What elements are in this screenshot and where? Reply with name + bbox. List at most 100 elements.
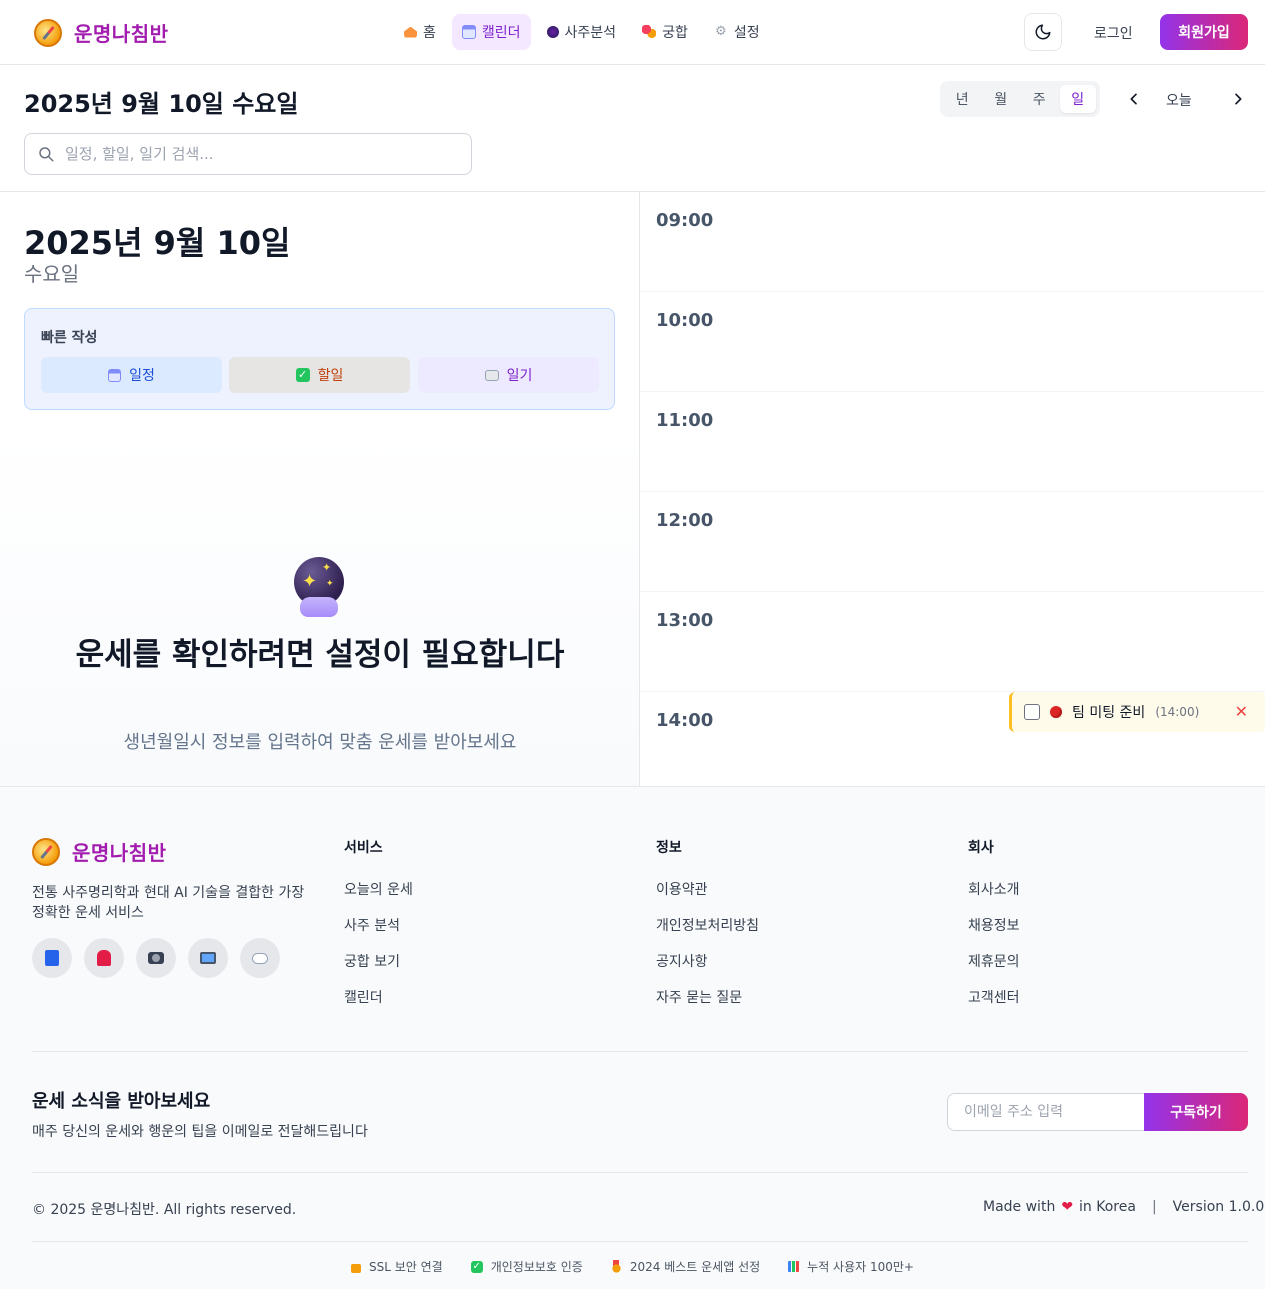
social-links — [32, 938, 280, 978]
main-nav: 홈 캘린더 사주분석 궁합 ⚙ 설정 — [394, 14, 770, 50]
footer-link[interactable]: 사주 분석 — [344, 915, 413, 951]
quick-todo-button[interactable]: ✓ 할일 — [229, 357, 410, 393]
quick-diary-button[interactable]: 일기 — [418, 357, 599, 393]
view-year[interactable]: 년 — [944, 85, 981, 113]
footer-link[interactable]: 채용정보 — [968, 915, 1020, 951]
hour-slot[interactable]: 10:00 — [640, 292, 1265, 392]
quick-create-title: 빠른 작성 — [41, 330, 98, 346]
crystal-ball-icon — [546, 26, 559, 38]
footer: 운명나침반 전통 사주명리학과 현대 AI 기술을 결합한 가장 정확한 운세 … — [0, 786, 1265, 1289]
badge-label: 누적 사용자 100만+ — [807, 1260, 914, 1274]
divider — [32, 1051, 1248, 1052]
footer-link[interactable]: 캘린더 — [344, 987, 413, 1023]
newsletter-subtitle: 매주 당신의 운세와 행운의 팁을 이메일로 전달해드립니다 — [32, 1124, 368, 1140]
nav-saju[interactable]: 사주분석 — [537, 14, 627, 50]
nav-compat[interactable]: 궁합 — [632, 14, 698, 50]
gear-icon: ⚙ — [715, 24, 727, 39]
chevron-right-icon — [1235, 93, 1242, 105]
badge-privacy: ✓ 개인정보보호 인증 — [470, 1258, 583, 1275]
top-header: 운명나침반 홈 캘린더 사주분석 궁합 ⚙ 설정 로그인 회원가입 — [0, 0, 1265, 65]
view-toggle: 년 월 주 일 — [940, 81, 1100, 117]
chat-icon[interactable] — [240, 938, 280, 978]
today-button[interactable]: 오늘 — [1166, 90, 1192, 110]
view-month[interactable]: 월 — [983, 85, 1020, 113]
book-icon[interactable] — [32, 938, 72, 978]
footer-description: 전통 사주명리학과 현대 AI 기술을 결합한 가장 정확한 운세 서비스 — [32, 885, 305, 921]
close-icon[interactable]: ✕ — [1235, 702, 1248, 721]
footer-col-title: 서비스 — [344, 840, 383, 856]
day-detail-panel: 2025년 9월 10일 수요일 빠른 작성 일정 ✓ 할일 일기 ✦ ✦ ✦ … — [0, 192, 639, 786]
search-icon — [39, 147, 54, 162]
hour-slot[interactable]: 13:00 — [640, 592, 1265, 692]
search-input[interactable] — [65, 145, 445, 163]
view-week[interactable]: 주 — [1021, 85, 1058, 113]
hour-label: 12:00 — [656, 510, 714, 531]
footer-col-title: 회사 — [968, 840, 994, 856]
lock-icon — [350, 1263, 361, 1273]
subscribe-button[interactable]: 구독하기 — [1144, 1093, 1248, 1131]
nav-home-label: 홈 — [423, 25, 436, 41]
chair-icon[interactable] — [84, 938, 124, 978]
badge-award: 2024 베스트 운세앱 선정 — [610, 1258, 761, 1275]
nav-saju-label: 사주분석 — [564, 25, 617, 41]
event-checkbox[interactable] — [1024, 704, 1040, 720]
crystal-ball-icon: ✦ ✦ ✦ — [292, 557, 346, 617]
fortune-notice-title: 운세를 확인하려면 설정이 필요합니다 — [75, 637, 565, 673]
trust-badges: SSL 보안 연결 ✓ 개인정보보호 인증 2024 베스트 운세앱 선정 누적… — [0, 1258, 1265, 1275]
chevron-left-icon — [1130, 93, 1137, 105]
hour-label: 14:00 — [656, 710, 714, 731]
login-button[interactable]: 로그인 — [1094, 23, 1133, 43]
camera-icon[interactable] — [136, 938, 176, 978]
separator: | — [1151, 1199, 1157, 1215]
prev-button[interactable] — [1120, 84, 1148, 114]
tv-icon[interactable] — [188, 938, 228, 978]
footer-link[interactable]: 공지사항 — [656, 951, 759, 987]
moon-icon — [1035, 24, 1051, 40]
badge-label: 2024 베스트 운세앱 선정 — [629, 1260, 761, 1274]
event-item[interactable]: 팀 미팅 준비 (14:00) ✕ — [1009, 692, 1265, 732]
footer-link[interactable]: 회사소개 — [968, 879, 1020, 915]
hour-slot[interactable]: 12:00 — [640, 492, 1265, 592]
footer-link[interactable]: 고객센터 — [968, 987, 1020, 1023]
newsletter-email-input[interactable] — [947, 1093, 1145, 1131]
dark-mode-toggle[interactable] — [1024, 13, 1062, 51]
footer-col-service: 서비스 오늘의 운세 사주 분석 궁합 보기 캘린더 — [344, 837, 413, 1023]
view-day[interactable]: 일 — [1059, 85, 1096, 113]
next-button[interactable] — [1224, 84, 1252, 114]
hour-slot[interactable]: 09:00 — [640, 192, 1265, 292]
badge-ssl: SSL 보안 연결 — [350, 1258, 443, 1275]
divider — [32, 1241, 1248, 1242]
day-weekday: 수요일 — [24, 262, 80, 286]
nav-settings-label: 설정 — [733, 25, 760, 41]
calendar-icon — [461, 25, 476, 39]
page-title: 2025년 9월 10일 수요일 — [24, 90, 299, 118]
nav-home[interactable]: 홈 — [394, 14, 446, 50]
compass-icon — [32, 837, 60, 866]
nav-calendar[interactable]: 캘린더 — [451, 14, 531, 50]
badge-label: 개인정보보호 인증 — [490, 1260, 583, 1274]
footer-link[interactable]: 이용약관 — [656, 879, 759, 915]
footer-logo[interactable]: 운명나침반 — [32, 837, 167, 866]
footer-link[interactable]: 개인정보처리방침 — [656, 915, 759, 951]
nav-settings[interactable]: ⚙ 설정 — [704, 14, 770, 50]
footer-link[interactable]: 제휴문의 — [968, 951, 1020, 987]
heart-icon: ❤ — [1061, 1199, 1074, 1215]
quick-event-button[interactable]: 일정 — [41, 357, 222, 393]
compass-icon — [34, 18, 62, 47]
footer-logo-text: 운명나침반 — [72, 841, 167, 865]
bar-chart-icon — [788, 1261, 800, 1272]
flowers-icon — [642, 25, 657, 39]
made-with-suffix: in Korea — [1079, 1199, 1136, 1215]
event-title: 팀 미팅 준비 — [1072, 705, 1146, 721]
signup-button[interactable]: 회원가입 — [1160, 14, 1248, 50]
footer-link[interactable]: 궁합 보기 — [344, 951, 413, 987]
badge-label: SSL 보안 연결 — [368, 1260, 443, 1274]
logo-text: 운명나침반 — [74, 22, 169, 46]
nav-calendar-label: 캘린더 — [481, 25, 521, 41]
logo[interactable]: 운명나침반 — [34, 18, 169, 47]
event-time: (14:00) — [1155, 705, 1200, 719]
hour-slot[interactable]: 11:00 — [640, 392, 1265, 492]
footer-link[interactable]: 자주 묻는 질문 — [656, 987, 759, 1023]
medal-icon — [610, 1260, 622, 1273]
footer-link[interactable]: 오늘의 운세 — [344, 879, 413, 915]
